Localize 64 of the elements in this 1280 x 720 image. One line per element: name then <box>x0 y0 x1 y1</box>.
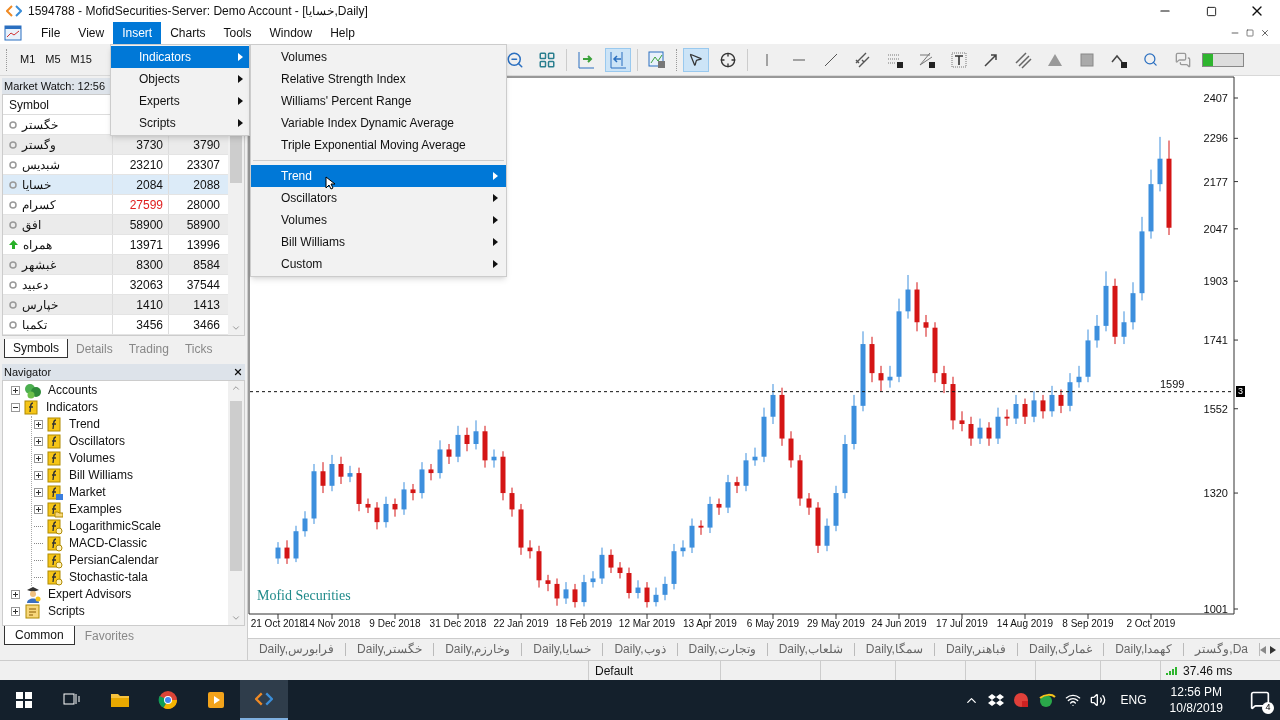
date-axis-label: 17 Jul 2019 <box>936 617 988 631</box>
date-axis-label: 29 May 2019 <box>807 617 865 631</box>
bid-price: 3730 <box>136 136 163 154</box>
price-axis-label: 1320 <box>1203 486 1228 501</box>
ping-time: 37.46 ms <box>1183 662 1233 680</box>
symbol-name: خپارس <box>22 296 58 314</box>
price-axis-label: 1001 <box>1203 602 1228 616</box>
bid-price: 3456 <box>136 316 163 334</box>
bid-price: 8300 <box>136 256 163 274</box>
panel-title: Navigator <box>4 364 52 380</box>
ask-price: 8584 <box>193 256 220 274</box>
ask-price: 3790 <box>193 136 220 154</box>
symbol-name: كسرام <box>22 196 56 214</box>
date-axis-label: 14 Aug 2019 <box>996 617 1053 631</box>
symbol-name: خسايا <box>22 176 51 194</box>
ask-price: 58900 <box>186 216 220 234</box>
date-axis-label: 31 Dec 2018 <box>429 617 487 631</box>
symbol-name: دعبيد <box>22 276 48 294</box>
ask-price: 37544 <box>186 276 220 294</box>
window-title: 1594788 - MofidSecurities-Server: Demo Account - [خسايا,Daily] <box>28 3 368 20</box>
bid-price: 27599 <box>129 196 163 214</box>
panel-title: Market Watch: 12:56 <box>4 78 106 94</box>
ask-price: 23307 <box>186 156 220 174</box>
ask-price: 3466 <box>193 316 220 334</box>
price-axis-label: 2407 <box>1203 91 1228 105</box>
price-marker: 3 <box>1235 386 1245 397</box>
date-axis-label: 6 May 2019 <box>746 617 800 631</box>
symbol-name: افق <box>22 216 41 234</box>
date-axis-label: 9 Dec 2018 <box>369 617 421 631</box>
symbol-name: غبشهر <box>22 256 56 274</box>
price-axis-label: 1903 <box>1203 274 1228 289</box>
date-axis-label: 22 Jan 2019 <box>493 617 549 631</box>
price-line-label: 1599 <box>1159 377 1185 391</box>
date-axis-label: 18 Feb 2019 <box>555 617 612 631</box>
date-axis-label: 8 Sep 2019 <box>1062 617 1114 631</box>
bid-price: 32063 <box>129 276 163 294</box>
notification-count: 4 <box>1262 702 1274 714</box>
symbol-name: خگستر <box>22 116 58 134</box>
price-axis-label: 1741 <box>1203 333 1228 348</box>
bid-price: 13971 <box>129 236 163 254</box>
price-axis-label: 1552 <box>1203 401 1228 416</box>
chart-watermark: Mofid Securities <box>256 587 351 605</box>
symbol-name: همراه <box>23 236 52 254</box>
bid-price: 58900 <box>129 216 163 234</box>
ask-price: 13996 <box>186 236 220 254</box>
date-axis-label: 21 Oct 2018 <box>250 617 306 631</box>
date-axis-label: 2 Oct 2019 <box>1126 617 1176 631</box>
date-axis-label: 24 Jun 2019 <box>871 617 927 631</box>
symbol-name: تكمبا <box>22 316 47 334</box>
bid-price: 23210 <box>129 156 163 174</box>
column-header: Symbol <box>8 96 49 114</box>
symbol-name: شبديس <box>22 156 60 174</box>
bid-price: 2084 <box>136 176 163 194</box>
date-axis-label: 12 Mar 2019 <box>618 617 675 631</box>
price-axis-label: 2177 <box>1203 174 1228 189</box>
date-axis-label: 13 Apr 2019 <box>682 617 737 631</box>
bid-price: 1410 <box>136 296 163 314</box>
ask-price: 2088 <box>193 176 220 194</box>
symbol-name: وگستر <box>22 136 56 154</box>
price-axis-label: 2047 <box>1203 221 1228 236</box>
ask-price: 28000 <box>186 196 220 214</box>
price-axis-label: 2296 <box>1203 131 1228 146</box>
date-axis-label: 14 Nov 2018 <box>303 617 361 631</box>
ask-price: 1413 <box>193 296 220 314</box>
